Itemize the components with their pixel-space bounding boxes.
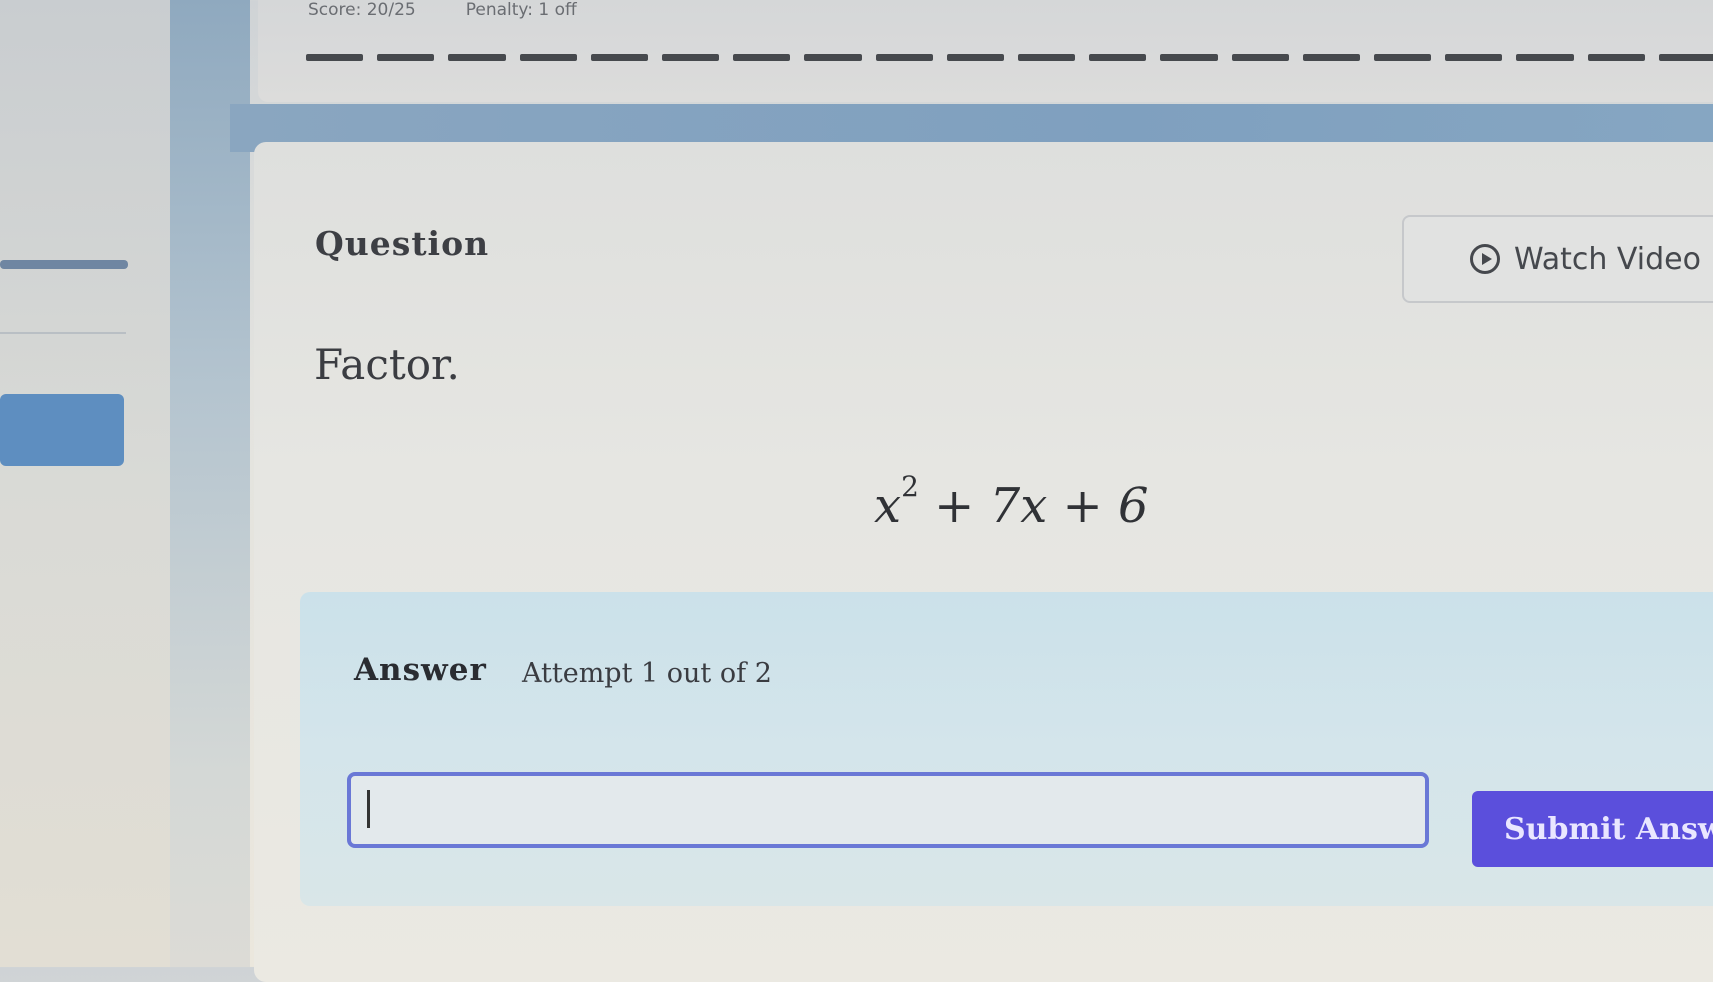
expression-base: x: [874, 478, 902, 534]
answer-input[interactable]: [347, 772, 1429, 848]
penalty-text: Penalty: 1 off: [465, 0, 577, 20]
status-info: Score: 20/25 Penalty: 1 off: [308, 0, 577, 20]
expression-rest: + 7x + 6: [934, 478, 1149, 534]
submit-answer-button[interactable]: Submit Answer: [1472, 791, 1713, 867]
answer-heading: Answer: [354, 652, 487, 688]
score-text: Score: 20/25: [308, 0, 416, 20]
expression-exponent: 2: [901, 470, 919, 503]
sidebar-nav-button[interactable]: [0, 394, 124, 466]
sidebar-separator: [0, 332, 126, 334]
question-prompt: Factor.: [314, 340, 460, 389]
sidebar-active-indicator: [0, 260, 128, 269]
question-heading: Question: [315, 224, 490, 263]
progress-bar: [306, 54, 1713, 64]
watch-video-button[interactable]: Watch Video: [1402, 215, 1713, 303]
watch-video-label: Watch Video: [1514, 241, 1701, 277]
math-expression: x2 + 7x + 6: [874, 470, 1149, 534]
attempt-counter: Attempt 1 out of 2: [522, 658, 772, 689]
play-circle-icon: [1470, 244, 1500, 274]
